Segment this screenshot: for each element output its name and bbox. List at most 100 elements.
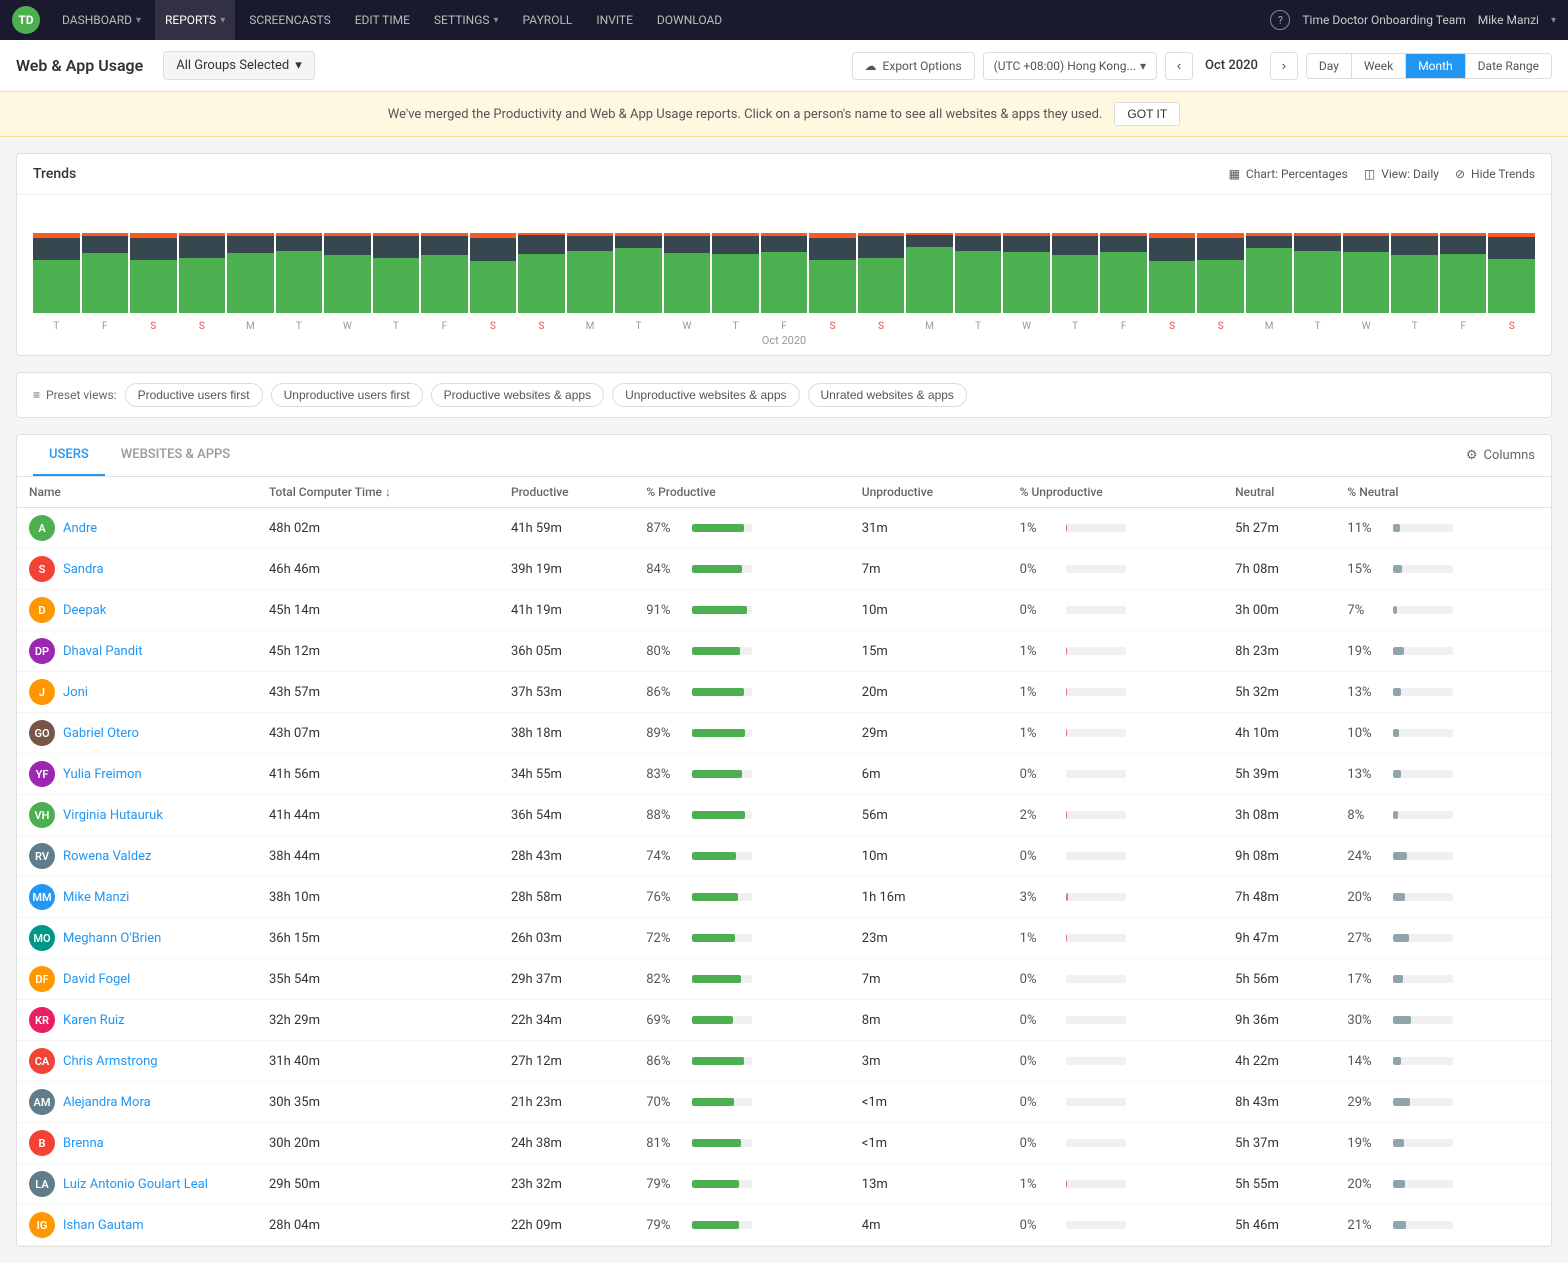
user-name-link[interactable]: Brenna bbox=[63, 1136, 104, 1151]
page-title: Web & App Usage bbox=[16, 56, 143, 75]
user-name-link[interactable]: Ishan Gautam bbox=[63, 1218, 144, 1233]
tab-week[interactable]: Week bbox=[1352, 54, 1406, 78]
col-total-time[interactable]: Total Computer Time ↓ bbox=[257, 477, 499, 508]
neutral-cell: 5h 27m bbox=[1223, 508, 1335, 549]
pct-neutral-bar-cell: 24% bbox=[1347, 849, 1539, 864]
avatar: RV bbox=[29, 843, 55, 869]
user-name-link[interactable]: Gabriel Otero bbox=[63, 726, 139, 741]
unproductive-cell: <1m bbox=[850, 1123, 1008, 1164]
pct-bar-cell: 83% bbox=[646, 767, 838, 782]
neutral-cell: 4h 10m bbox=[1223, 713, 1335, 754]
nav-reports[interactable]: REPORTS ▾ bbox=[155, 0, 235, 40]
user-name-link[interactable]: Luiz Antonio Goulart Leal bbox=[63, 1177, 208, 1192]
preset-unproductive-websites[interactable]: Unproductive websites & apps bbox=[612, 383, 799, 407]
hide-icon: ⊘ bbox=[1455, 167, 1465, 181]
prev-date-button[interactable]: ‹ bbox=[1165, 52, 1193, 80]
nav-screencasts[interactable]: SCREENCASTS bbox=[239, 0, 341, 40]
neutral-cell: 9h 08m bbox=[1223, 836, 1335, 877]
user-name[interactable]: Mike Manzi bbox=[1478, 13, 1539, 27]
tab-websites-apps[interactable]: WEBSITES & APPS bbox=[105, 435, 246, 476]
total-time-cell: 41h 44m bbox=[257, 795, 499, 836]
chart-x-label: T bbox=[1391, 321, 1438, 332]
pct-bar-cell: 79% bbox=[646, 1177, 838, 1192]
tab-date-range[interactable]: Date Range bbox=[1466, 54, 1551, 78]
pct-neutral-cell: 21% bbox=[1335, 1205, 1551, 1246]
user-cell: LA Luiz Antonio Goulart Leal bbox=[29, 1171, 245, 1197]
preset-productive-users[interactable]: Productive users first bbox=[125, 383, 263, 407]
user-name-link[interactable]: Alejandra Mora bbox=[63, 1095, 151, 1110]
nav-dashboard[interactable]: DASHBOARD ▾ bbox=[52, 0, 151, 40]
user-name-link[interactable]: Deepak bbox=[63, 603, 106, 618]
timezone-selector[interactable]: (UTC +08:00) Hong Kong... ▾ bbox=[983, 52, 1157, 80]
nav-invite[interactable]: INVITE bbox=[586, 0, 643, 40]
nav-edit-time[interactable]: EDIT TIME bbox=[345, 0, 420, 40]
user-name-link[interactable]: Chris Armstrong bbox=[63, 1054, 158, 1069]
chart-bar bbox=[82, 207, 129, 313]
pct-bar-cell: 82% bbox=[646, 972, 838, 987]
user-name-link[interactable]: Mike Manzi bbox=[63, 890, 129, 905]
total-time-cell: 36h 15m bbox=[257, 918, 499, 959]
chart-x-label: M bbox=[227, 321, 274, 332]
preset-productive-websites[interactable]: Productive websites & apps bbox=[431, 383, 604, 407]
pct-productive-cell: 70% bbox=[634, 1082, 850, 1123]
pct-neutral-cell: 29% bbox=[1335, 1082, 1551, 1123]
group-selector[interactable]: All Groups Selected ▾ bbox=[163, 51, 314, 80]
productive-cell: 28h 58m bbox=[499, 877, 634, 918]
user-name-link[interactable]: Meghann O'Brien bbox=[63, 931, 161, 946]
view-daily-button[interactable]: ◫ View: Daily bbox=[1364, 167, 1439, 181]
chart-bar bbox=[1149, 207, 1196, 313]
chart-date-label: Oct 2020 bbox=[33, 334, 1535, 347]
user-name-link[interactable]: David Fogel bbox=[63, 972, 130, 987]
nav-payroll[interactable]: PAYROLL bbox=[513, 0, 583, 40]
user-name-link[interactable]: Joni bbox=[63, 685, 88, 700]
neutral-bar bbox=[1393, 770, 1453, 778]
trends-title: Trends bbox=[33, 166, 1229, 182]
user-name-link[interactable]: Andre bbox=[63, 521, 97, 536]
user-name-link[interactable]: Yulia Freimon bbox=[63, 767, 142, 782]
export-button[interactable]: ☁ Export Options bbox=[852, 52, 975, 80]
help-icon[interactable]: ? bbox=[1270, 10, 1290, 30]
neutral-bar bbox=[1393, 1057, 1453, 1065]
tab-users[interactable]: USERS bbox=[33, 435, 105, 476]
preset-unproductive-users[interactable]: Unproductive users first bbox=[271, 383, 423, 407]
user-name-link[interactable]: Sandra bbox=[63, 562, 104, 577]
chart-bar bbox=[470, 207, 517, 313]
got-it-button[interactable]: GOT IT bbox=[1114, 102, 1180, 126]
tab-day[interactable]: Day bbox=[1307, 54, 1352, 78]
avatar: LA bbox=[29, 1171, 55, 1197]
nav-settings[interactable]: SETTINGS ▾ bbox=[424, 0, 509, 40]
pct-neutral-cell: 13% bbox=[1335, 754, 1551, 795]
chart-percentages-button[interactable]: ▦ Chart: Percentages bbox=[1229, 167, 1348, 181]
col-pct-productive: % Productive bbox=[634, 477, 850, 508]
pct-neutral-bar-cell: 13% bbox=[1347, 767, 1539, 782]
pct-unproductive-cell: 0% bbox=[1008, 1082, 1224, 1123]
hide-trends-button[interactable]: ⊘ Hide Trends bbox=[1455, 167, 1535, 181]
user-name-link[interactable]: Dhaval Pandit bbox=[63, 644, 142, 659]
next-date-button[interactable]: › bbox=[1270, 52, 1298, 80]
productive-cell: 22h 34m bbox=[499, 1000, 634, 1041]
group-label: All Groups Selected bbox=[176, 58, 289, 73]
chart-x-label: M bbox=[906, 321, 953, 332]
productive-bar bbox=[692, 1221, 752, 1229]
chart-bar bbox=[1440, 207, 1487, 313]
productive-bar bbox=[692, 811, 752, 819]
user-cell: AM Alejandra Mora bbox=[29, 1089, 245, 1115]
tab-month[interactable]: Month bbox=[1406, 54, 1465, 78]
unproductive-bar bbox=[1066, 1221, 1126, 1229]
user-name-link[interactable]: Virginia Hutauruk bbox=[63, 808, 163, 823]
team-name: Time Doctor Onboarding Team bbox=[1302, 13, 1465, 27]
nav-download[interactable]: DOWNLOAD bbox=[647, 0, 732, 40]
chart-x-label: M bbox=[1246, 321, 1293, 332]
columns-settings[interactable]: ⚙ Columns bbox=[1466, 440, 1535, 471]
total-time-cell: 45h 12m bbox=[257, 631, 499, 672]
unproductive-cell: 4m bbox=[850, 1205, 1008, 1246]
user-cell: B Brenna bbox=[29, 1130, 245, 1156]
main-content: Trends ▦ Chart: Percentages ◫ View: Dail… bbox=[0, 137, 1568, 1263]
pct-unprod-bar-cell: 1% bbox=[1020, 685, 1212, 700]
pct-bar-cell: 84% bbox=[646, 562, 838, 577]
total-time-cell: 41h 56m bbox=[257, 754, 499, 795]
preset-unrated-websites[interactable]: Unrated websites & apps bbox=[808, 383, 967, 407]
user-name-link[interactable]: Rowena Valdez bbox=[63, 849, 151, 864]
productive-cell: 24h 38m bbox=[499, 1123, 634, 1164]
user-name-link[interactable]: Karen Ruiz bbox=[63, 1013, 125, 1028]
